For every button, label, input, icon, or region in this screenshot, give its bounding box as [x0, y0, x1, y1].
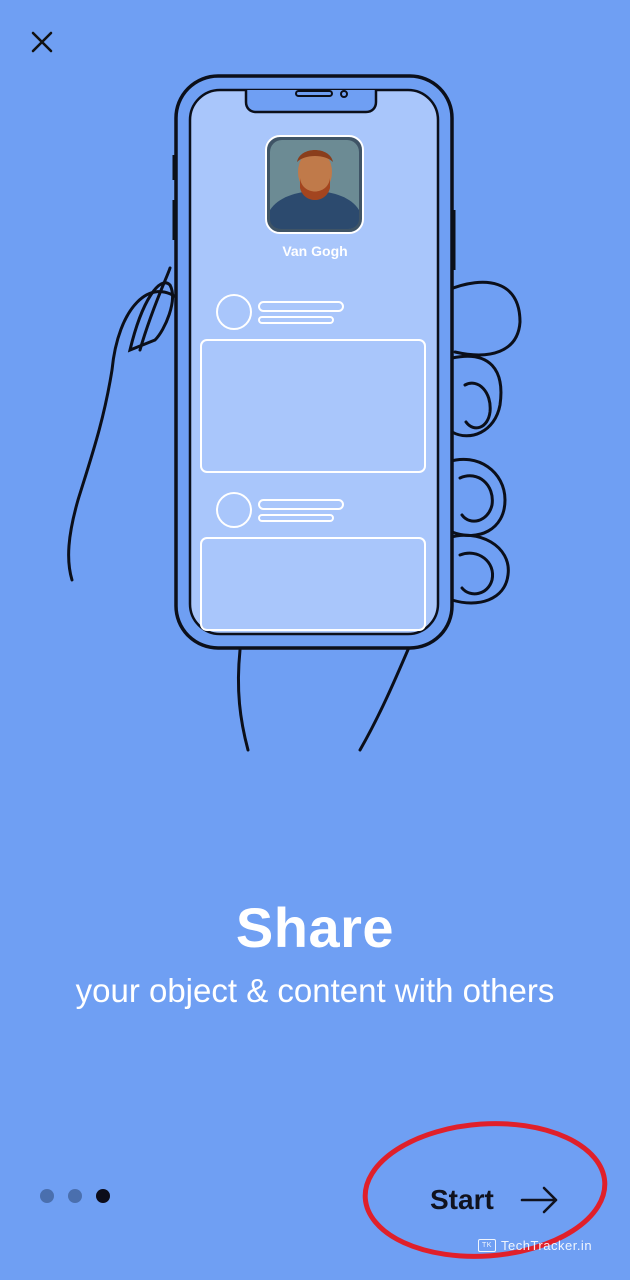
- arrow-right-icon: [520, 1186, 558, 1214]
- page-indicator: [40, 1189, 110, 1203]
- profile-avatar: [265, 135, 364, 234]
- profile-name: Van Gogh: [282, 243, 347, 259]
- watermark: TK TechTracker.in: [478, 1238, 592, 1253]
- page-dot-3-active: [96, 1189, 110, 1203]
- onboarding-title: Share: [235, 896, 395, 959]
- page-dot-1: [40, 1189, 54, 1203]
- close-icon: [31, 31, 53, 53]
- watermark-text: TechTracker.in: [501, 1238, 593, 1253]
- start-button-label: Start: [430, 1184, 494, 1215]
- onboarding-illustration: Van Gogh: [0, 60, 630, 780]
- close-button[interactable]: [24, 24, 60, 60]
- page-dot-2: [68, 1189, 82, 1203]
- start-button[interactable]: Start: [430, 1170, 580, 1230]
- watermark-logo: TK: [478, 1239, 496, 1252]
- onboarding-subtitle: your object & content with others: [75, 972, 555, 1009]
